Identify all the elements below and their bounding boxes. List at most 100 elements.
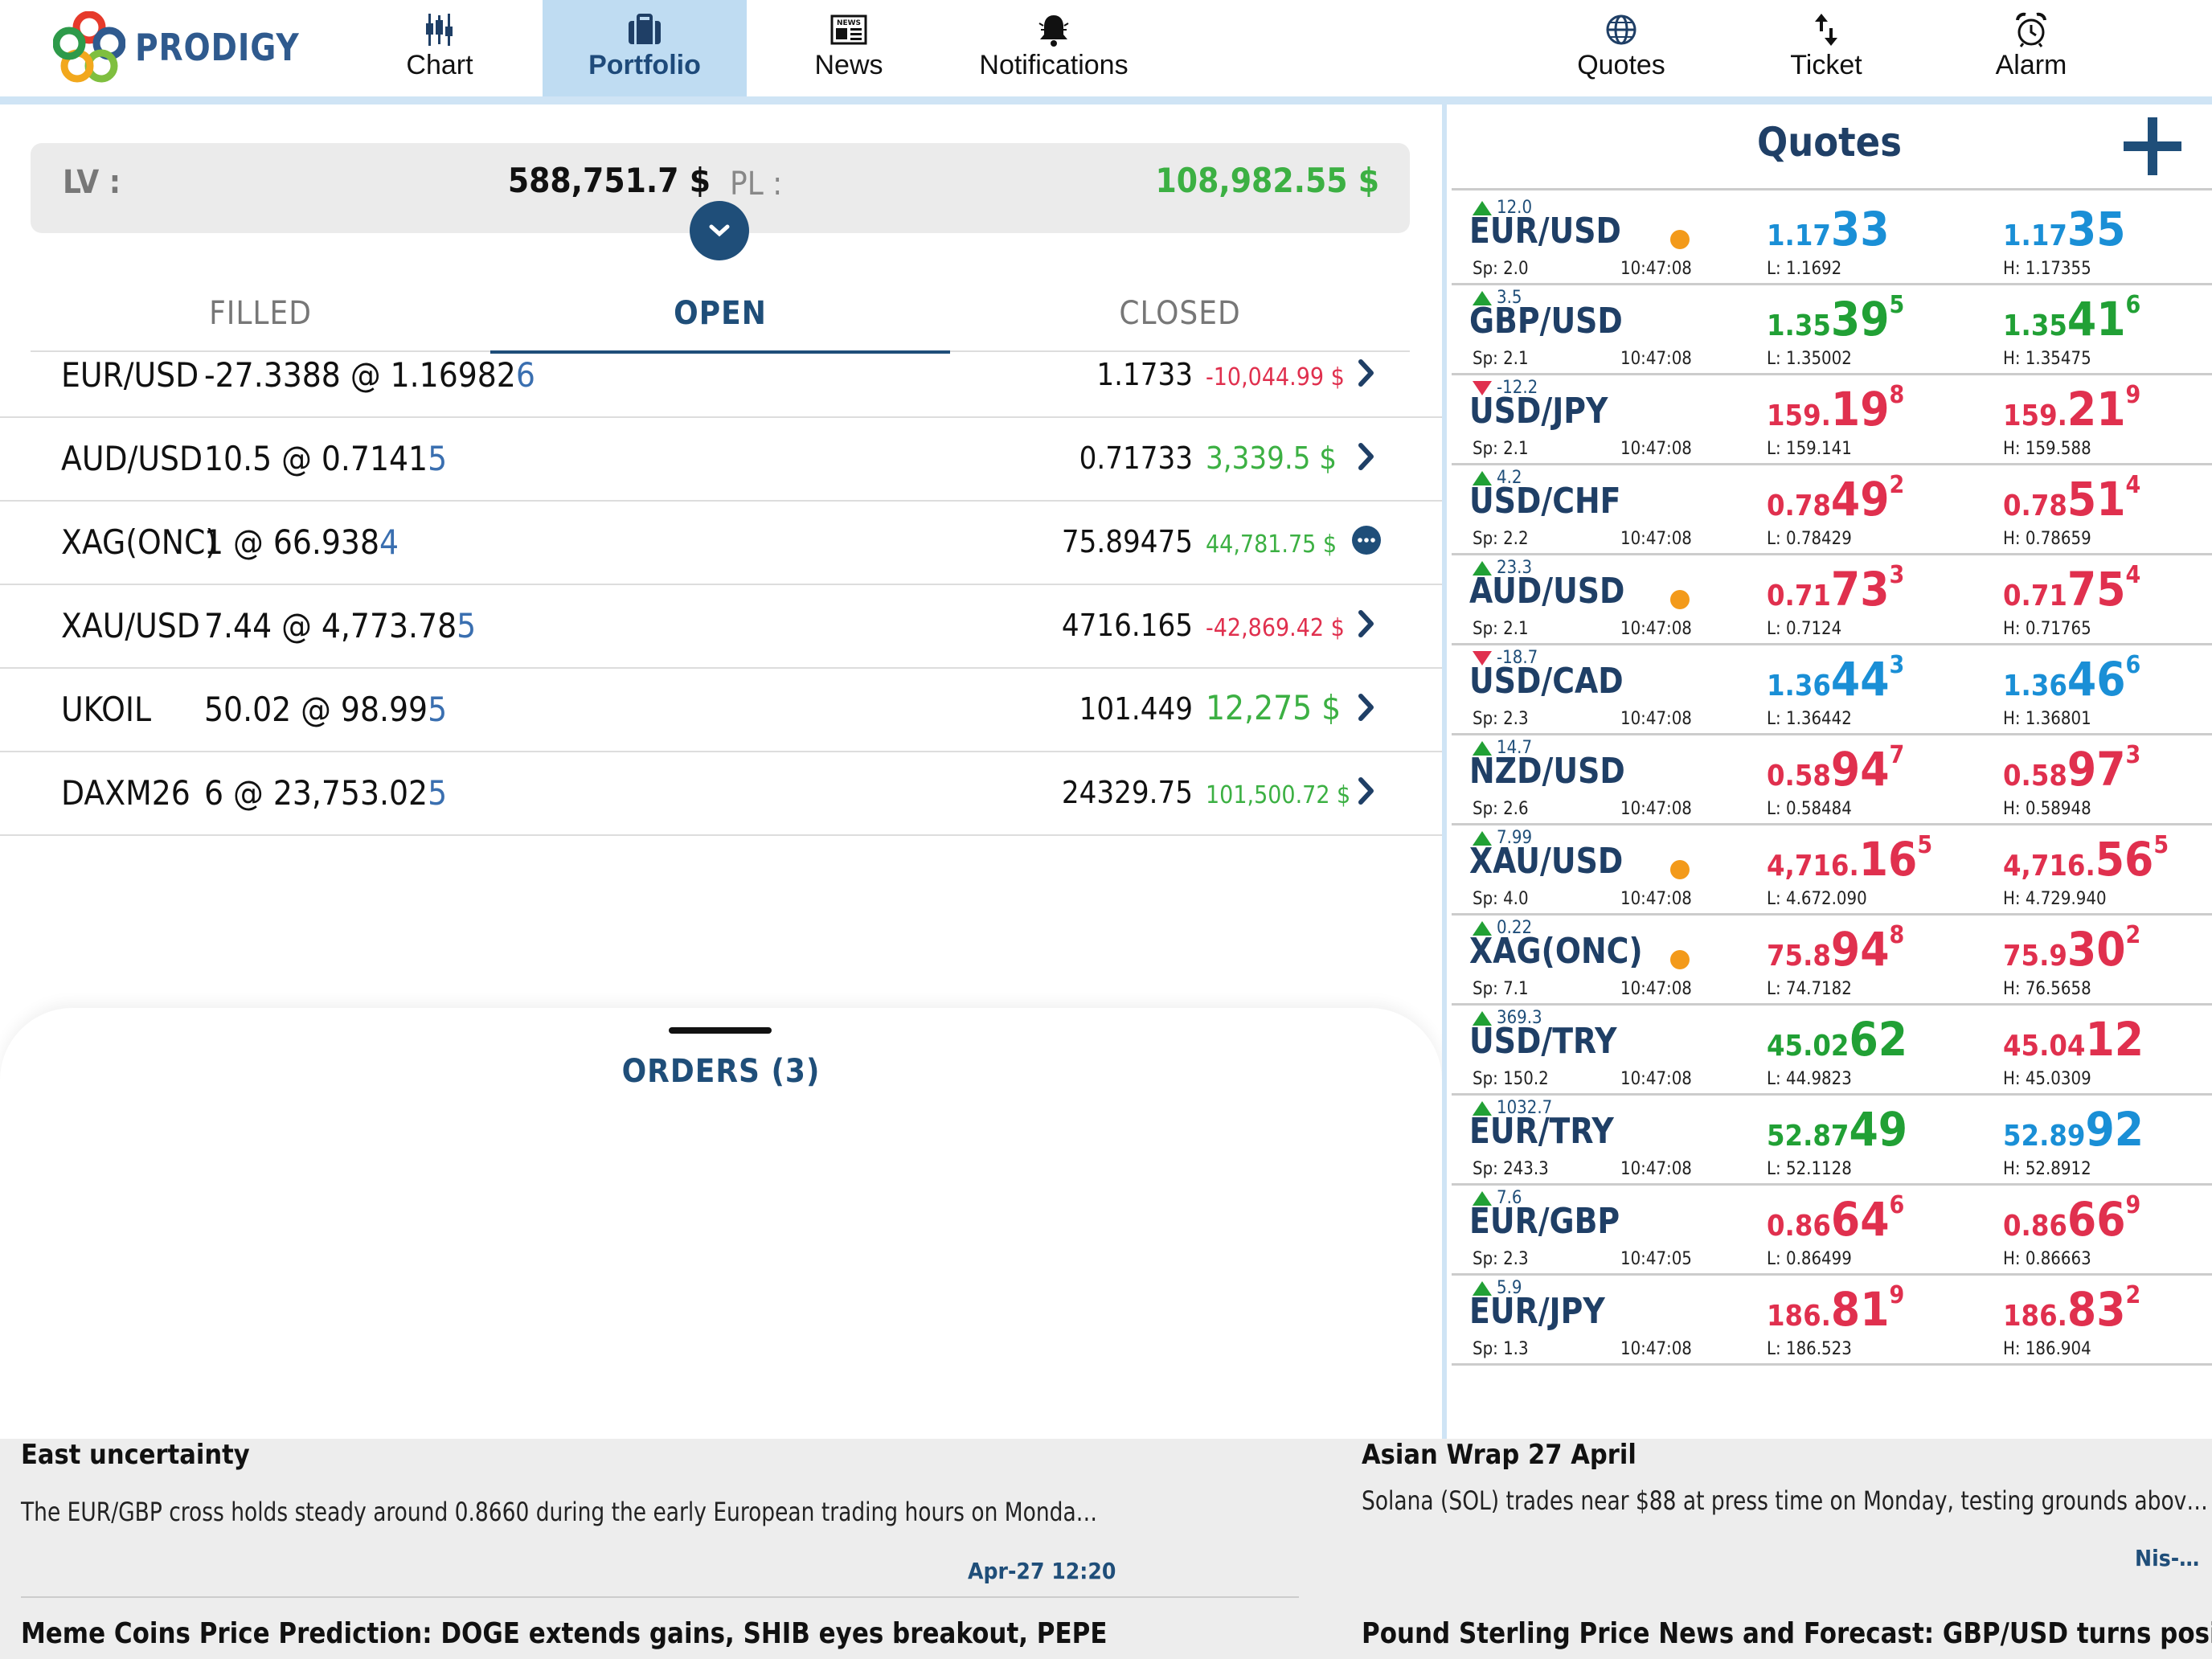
position-action-button[interactable] (1350, 518, 1382, 563)
quote-bid[interactable]: 45.0262 (1767, 1011, 1907, 1067)
position-action-button[interactable] (1350, 434, 1382, 479)
position-action-button[interactable] (1350, 768, 1382, 813)
quote-row[interactable]: 1032.7 EUR/TRY Sp: 243.3 10:47:08 52.8749 52.… (1452, 1093, 2212, 1186)
quote-spread: Sp: 2.0 (1473, 259, 1529, 279)
quote-ask[interactable]: 52.8992 (2003, 1101, 2144, 1157)
position-row[interactable]: UKOIL 50.02 @ 98.995 101.449 12,275 $ (0, 667, 1442, 752)
quote-ask[interactable]: 75.9302 (2003, 921, 2140, 977)
quote-row[interactable]: 12.0 EUR/USD Sp: 2.0 10:47:08 1.1733 1.1735 L:… (1452, 193, 2212, 285)
quote-bid[interactable]: 1.35395 (1767, 291, 1904, 346)
position-row[interactable]: XAU/USD 7.44 @ 4,773.785 4716.165 -42,869.4… (0, 584, 1442, 669)
ask-price-pips: 12 (2085, 1012, 2144, 1067)
position-action-button[interactable] (1350, 350, 1382, 395)
quote-pair: XAG(ONC) (1469, 931, 1643, 972)
globe-icon (1519, 11, 1723, 48)
quote-pair: EUR/GBP (1469, 1201, 1620, 1242)
quote-row[interactable]: 369.3 USD/TRY Sp: 150.2 10:47:08 45.0262 45.0… (1452, 1003, 2212, 1096)
nav-tab-quotes[interactable]: Quotes (1519, 0, 1723, 96)
position-action-button[interactable] (1350, 601, 1382, 646)
quote-low: L: 74.7182 (1767, 979, 1852, 999)
position-action-button[interactable] (1350, 685, 1382, 730)
nav-tab-news[interactable]: NEWS News (747, 0, 951, 96)
quote-bid[interactable]: 52.8749 (1767, 1101, 1907, 1157)
quote-ask[interactable]: 0.78514 (2003, 471, 2140, 526)
quote-ask[interactable]: 1.35416 (2003, 291, 2140, 346)
nav-tab-chart[interactable]: Chart (338, 0, 542, 96)
quote-row[interactable]: 7.6 EUR/GBP Sp: 2.3 10:47:05 0.86646 0.86669 L… (1452, 1183, 2212, 1276)
quote-bid[interactable]: 75.8948 (1767, 921, 1904, 977)
ask-price-pips: 51 (2067, 472, 2126, 526)
ask-price-fraction: 2 (2125, 1281, 2141, 1309)
news-title[interactable]: Asian Wrap 27 April (1362, 1439, 2085, 1471)
expand-summary-button[interactable] (690, 201, 749, 260)
quote-bid[interactable]: 4,716.165 (1767, 831, 1932, 887)
add-quote-button[interactable] (2120, 114, 2185, 178)
news-title[interactable]: East uncertainty (21, 1439, 1178, 1471)
nav-tab-notifications[interactable]: Notifications (952, 0, 1156, 96)
ask-price-fraction: 2 (2125, 921, 2141, 949)
portfolio-panel: LV : 588,751.7 $ PL : 108,982.55 $ FILLE… (0, 104, 1442, 1442)
quote-bid[interactable]: 1.1733 (1767, 201, 1890, 256)
nav-tab-label: Portfolio (588, 50, 701, 80)
quote-row[interactable]: -18.7 USD/CAD Sp: 2.3 10:47:08 1.36443 1.3646… (1452, 643, 2212, 735)
position-price-last-digit: 5 (428, 773, 448, 813)
quote-row[interactable]: 5.9 EUR/JPY Sp: 1.3 10:47:08 186.819 186.832 L… (1452, 1273, 2212, 1366)
quote-bid[interactable]: 0.71733 (1767, 561, 1904, 616)
quote-ask[interactable]: 45.0412 (2003, 1011, 2144, 1067)
ask-price-pips: 83 (2067, 1282, 2126, 1337)
nav-tab-portfolio[interactable]: Portfolio (543, 0, 747, 96)
ask-price-fraction: 9 (2125, 1191, 2141, 1219)
position-price-last-digit: 5 (428, 690, 448, 729)
quote-bid[interactable]: 159.198 (1767, 381, 1904, 436)
position-price-last-digit: 5 (457, 606, 477, 645)
quote-ask[interactable]: 0.71754 (2003, 561, 2140, 616)
quote-ask[interactable]: 1.1735 (2003, 201, 2126, 256)
ask-price-pips: 30 (2067, 922, 2126, 977)
quote-ask[interactable]: 159.219 (2003, 381, 2140, 436)
quote-row[interactable]: 0.22 XAG(ONC) Sp: 7.1 10:47:08 75.8948 75.930… (1452, 913, 2212, 1006)
position-row[interactable]: DAXM26 6 @ 23,753.025 24329.75 101,500.72 $ (0, 751, 1442, 836)
quote-row[interactable]: 23.3 AUD/USD Sp: 2.1 10:47:08 0.71733 0.71754… (1452, 553, 2212, 645)
news-description[interactable]: The EUR/GBP cross holds steady around 0.… (21, 1497, 1097, 1527)
position-quantity: 6 @ 23,753.025 (204, 773, 447, 813)
chevron-right-icon (1358, 694, 1374, 721)
nav-tab-alarm[interactable]: Alarm (1929, 0, 2133, 96)
more-icon (1352, 526, 1381, 555)
quote-spread: Sp: 2.3 (1473, 1249, 1529, 1269)
quote-bid[interactable]: 0.78492 (1767, 471, 1904, 526)
quote-bid[interactable]: 0.58947 (1767, 741, 1904, 797)
news-description[interactable]: Solana (SOL) trades near $88 at press ti… (1362, 1485, 2208, 1516)
quote-high: H: 1.36801 (2003, 709, 2091, 729)
quote-row[interactable]: 4.2 USD/CHF Sp: 2.2 10:47:08 0.78492 0.78514 L… (1452, 463, 2212, 555)
position-row[interactable]: EUR/USD -27.3388 @ 1.169826 1.1733 -10,044.… (0, 333, 1442, 418)
quote-low: L: 0.7124 (1767, 619, 1842, 639)
quote-ask[interactable]: 4,716.565 (2003, 831, 2169, 887)
position-qty-price: -27.3388 @ 1.16982 (204, 355, 516, 395)
nav-tab-ticket[interactable]: Ticket (1724, 0, 1928, 96)
chevron-right-icon (1358, 359, 1374, 387)
orders-sheet[interactable]: ORDERS (3) (0, 1008, 1442, 1442)
quote-low: L: 186.523 (1767, 1339, 1852, 1359)
newspaper-icon: NEWS (747, 11, 951, 48)
app-logo[interactable]: PRODIGY (52, 10, 329, 84)
position-row[interactable]: XAG(ONC) 1 @ 66.9384 75.89475 44,781.75 $ (0, 500, 1442, 585)
quote-bid[interactable]: 0.86646 (1767, 1191, 1904, 1247)
quote-spread: Sp: 7.1 (1473, 979, 1529, 999)
position-row[interactable]: AUD/USD 10.5 @ 0.71415 0.71733 3,339.5 $ (0, 416, 1442, 502)
orders-title[interactable]: ORDERS (3) (0, 1053, 1442, 1090)
quote-ask[interactable]: 186.832 (2003, 1281, 2140, 1337)
quote-row[interactable]: 14.7 NZD/USD Sp: 2.6 10:47:08 0.58947 0.58973… (1452, 733, 2212, 825)
quote-ask[interactable]: 0.58973 (2003, 741, 2140, 797)
sheet-grab-handle[interactable] (669, 1027, 772, 1034)
ask-price-pips: 35 (2067, 202, 2126, 256)
quote-row[interactable]: 7.99 XAU/USD Sp: 4.0 10:47:08 4,716.165 4,716… (1452, 823, 2212, 916)
quote-ask[interactable]: 0.86669 (2003, 1191, 2140, 1247)
news-title[interactable]: Meme Coins Price Prediction: DOGE extend… (21, 1617, 1107, 1650)
news-title[interactable]: Pound Sterling Price News and Forecast: … (1362, 1617, 2212, 1650)
quote-bid[interactable]: 1.36443 (1767, 651, 1904, 707)
quote-bid[interactable]: 186.819 (1767, 1281, 1904, 1337)
quote-row[interactable]: -12.2 USD/JPY Sp: 2.1 10:47:08 159.198 159.21… (1452, 373, 2212, 465)
bid-price-pips: 33 (1830, 202, 1890, 256)
quote-row[interactable]: 3.5 GBP/USD Sp: 2.1 10:47:08 1.35395 1.35416 L… (1452, 283, 2212, 375)
quote-ask[interactable]: 1.36466 (2003, 651, 2140, 707)
